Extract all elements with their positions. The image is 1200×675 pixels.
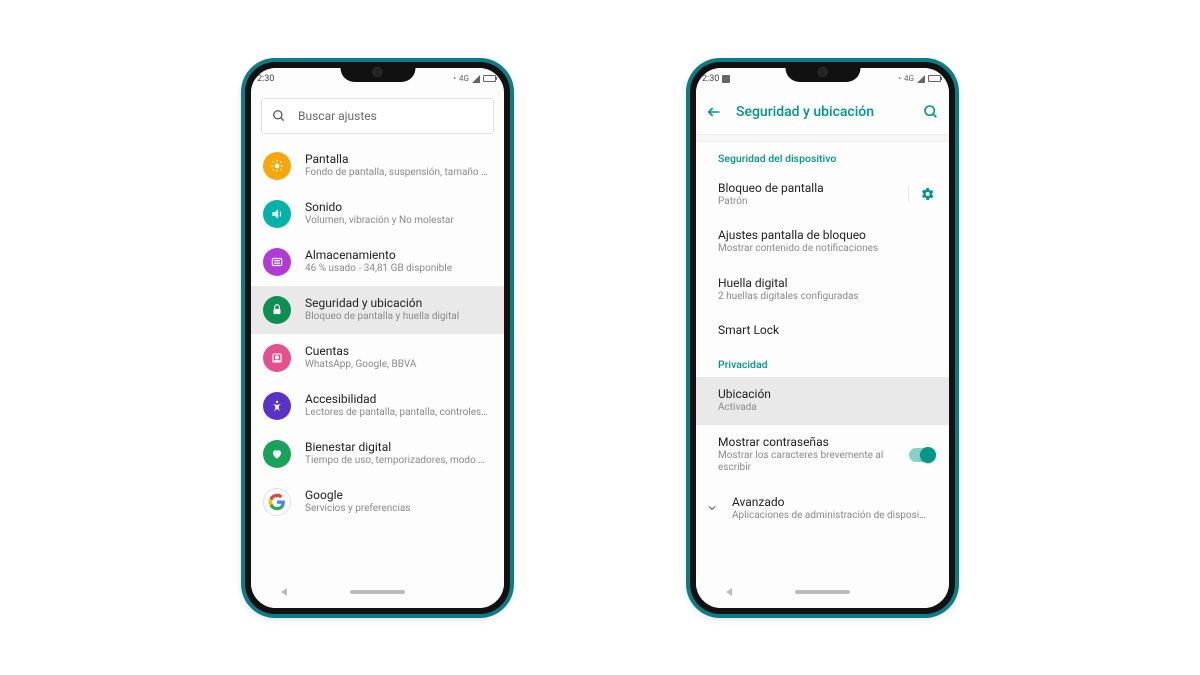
settings-row-accesibilidad[interactable]: Accesibilidad Lectores de pantalla, pant… — [251, 382, 504, 430]
row-subtitle: Volumen, vibración y No molestar — [305, 215, 490, 228]
page-title: Seguridad y ubicación — [736, 104, 909, 120]
settings-row-pantalla[interactable]: Pantalla Fondo de pantalla, suspensión, … — [251, 142, 504, 190]
row-title: Ubicación — [718, 387, 935, 402]
settings-row-sonido[interactable]: Sonido Volumen, vibración y No molestar — [251, 190, 504, 238]
wellbeing-icon — [263, 440, 291, 468]
gesture-nav-bar — [251, 576, 504, 608]
toggle-switch[interactable] — [909, 448, 935, 462]
divider — [696, 134, 949, 142]
account-icon — [263, 344, 291, 372]
row-subtitle: Patrón — [718, 196, 900, 209]
row-subtitle: WhatsApp, Google, BBVA — [305, 359, 490, 372]
row-title: Google — [305, 488, 490, 503]
back-button[interactable] — [706, 104, 722, 120]
gesture-nav-bar — [696, 576, 949, 608]
nav-home-pill[interactable] — [350, 590, 405, 594]
row-subtitle: Lectores de pantalla, pantalla, controle… — [305, 407, 490, 420]
storage-icon — [263, 248, 291, 276]
screen-right: 2:30 • 4G Seguridad y ubicación Segurida… — [696, 68, 949, 608]
row-advanced[interactable]: Avanzado Aplicaciones de administración … — [696, 485, 949, 533]
row-title: Smart Lock — [718, 323, 935, 338]
section-header-privacy: Privacidad — [696, 348, 949, 377]
row-title: Sonido — [305, 200, 490, 215]
nav-back-icon[interactable] — [281, 588, 287, 596]
status-time: 2:30 — [257, 74, 274, 84]
app-bar: Seguridad y ubicación — [696, 90, 949, 134]
row-title: Cuentas — [305, 344, 490, 359]
row-subtitle: Mostrar los caracteres brevemente al esc… — [718, 450, 909, 475]
row-show-passwords[interactable]: Mostrar contraseñas Mostrar los caracter… — [696, 425, 949, 485]
row-subtitle: 2 huellas digitales configuradas — [718, 291, 935, 304]
row-subtitle: 46 % usado - 34,81 GB disponible — [305, 263, 490, 276]
search-button[interactable] — [923, 104, 939, 120]
settings-list[interactable]: Pantalla Fondo de pantalla, suspensión, … — [251, 142, 504, 576]
row-location[interactable]: Ubicación Activada — [696, 377, 949, 425]
row-subtitle: Tiempo de uso, temporizadores, modo De… — [305, 455, 490, 468]
settings-row-bienestar[interactable]: Bienestar digital Tiempo de uso, tempori… — [251, 430, 504, 478]
row-subtitle: Mostrar contenido de notificaciones — [718, 243, 935, 256]
status-app-icon — [722, 75, 730, 83]
row-title: Bloqueo de pantalla — [718, 181, 900, 196]
search-input[interactable]: Buscar ajustes — [261, 98, 494, 134]
row-subtitle: Servicios y preferencias — [305, 503, 490, 516]
battery-icon — [928, 75, 941, 82]
settings-row-cuentas[interactable]: Cuentas WhatsApp, Google, BBVA — [251, 334, 504, 382]
row-subtitle: Fondo de pantalla, suspensión, tamaño d… — [305, 167, 490, 180]
row-title: Huella digital — [718, 276, 935, 291]
row-screen-lock[interactable]: Bloqueo de pantalla Patrón — [696, 171, 949, 219]
row-title: Ajustes pantalla de bloqueo — [718, 228, 935, 243]
nav-home-pill[interactable] — [795, 590, 850, 594]
settings-row-google[interactable]: Google Servicios y preferencias — [251, 478, 504, 526]
sound-icon — [263, 200, 291, 228]
battery-icon — [483, 75, 496, 82]
settings-row-seguridad[interactable]: Seguridad y ubicación Bloqueo de pantall… — [251, 286, 504, 334]
display-icon — [263, 152, 291, 180]
gear-icon[interactable] — [908, 186, 935, 202]
row-fingerprint[interactable]: Huella digital 2 huellas digitales confi… — [696, 266, 949, 314]
row-subtitle: Bloqueo de pantalla y huella digital — [305, 311, 490, 324]
status-time: 2:30 — [702, 74, 719, 84]
status-network: 4G — [459, 74, 469, 83]
row-subtitle: Aplicaciones de administración de dispos… — [732, 510, 935, 523]
accessibility-icon — [263, 392, 291, 420]
signal-icon — [917, 75, 925, 83]
row-title: Accesibilidad — [305, 392, 490, 407]
row-title: Mostrar contraseñas — [718, 435, 909, 450]
search-placeholder: Buscar ajustes — [298, 109, 377, 123]
phone-frame-left: 2:30 • 4G Buscar ajustes Pantalla — [245, 62, 510, 614]
row-title: Pantalla — [305, 152, 490, 167]
google-icon — [263, 488, 291, 516]
settings-row-almacenamiento[interactable]: Almacenamiento 46 % usado - 34,81 GB dis… — [251, 238, 504, 286]
row-title: Avanzado — [732, 495, 935, 510]
row-title: Seguridad y ubicación — [305, 296, 490, 311]
row-subtitle: Activada — [718, 402, 935, 415]
security-list[interactable]: Seguridad del dispositivo Bloqueo de pan… — [696, 142, 949, 576]
nav-back-icon[interactable] — [726, 588, 732, 596]
notch — [340, 62, 415, 82]
section-header-device: Seguridad del dispositivo — [696, 142, 949, 171]
signal-icon — [472, 75, 480, 83]
screen-left: 2:30 • 4G Buscar ajustes Pantalla — [251, 68, 504, 608]
row-title: Almacenamiento — [305, 248, 490, 263]
row-lock-settings[interactable]: Ajustes pantalla de bloqueo Mostrar cont… — [696, 218, 949, 266]
phone-frame-right: 2:30 • 4G Seguridad y ubicación Segurida… — [690, 62, 955, 614]
status-network: 4G — [904, 74, 914, 83]
search-icon — [272, 109, 286, 123]
chevron-down-icon — [706, 502, 718, 514]
lock-icon — [263, 296, 291, 324]
row-smart-lock[interactable]: Smart Lock — [696, 313, 949, 348]
notch — [785, 62, 860, 82]
row-title: Bienestar digital — [305, 440, 490, 455]
